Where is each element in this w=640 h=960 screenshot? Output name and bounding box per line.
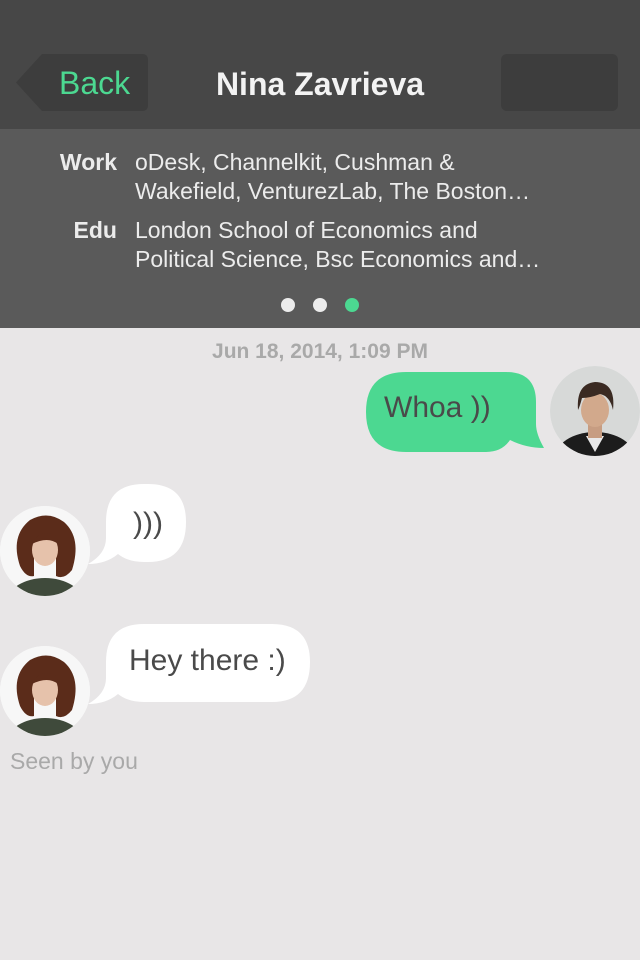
- message-text: ))): [133, 507, 163, 540]
- message-text: Whoa )): [384, 391, 491, 424]
- contact-avatar-icon[interactable]: [0, 506, 90, 596]
- contact-avatar-icon[interactable]: [0, 646, 90, 736]
- work-value: oDesk, Channelkit, Cushman & Wakefield, …: [135, 148, 585, 206]
- edu-value: London School of Economics and Political…: [135, 216, 585, 274]
- work-label: Work: [59, 149, 117, 175]
- edu-line: London School of Economics and: [135, 217, 478, 243]
- profile-info-panel[interactable]: Work oDesk, Channelkit, Cushman & Wakefi…: [0, 129, 640, 328]
- page-dot[interactable]: [313, 298, 327, 312]
- work-line: Wakefield, VenturezLab, The Boston…: [135, 178, 531, 204]
- message-timestamp: Jun 18, 2014, 1:09 PM: [212, 340, 428, 363]
- back-button-label: Back: [59, 65, 131, 101]
- nav-bar: Back Nina Zavrieva: [0, 0, 640, 129]
- page-dot[interactable]: [345, 298, 359, 312]
- work-line: oDesk, Channelkit, Cushman &: [135, 149, 455, 175]
- nav-right-button[interactable]: [501, 54, 618, 111]
- page-indicator[interactable]: [280, 298, 360, 312]
- user-avatar-icon[interactable]: [550, 366, 640, 456]
- edu-line: Political Science, Bsc Economics and…: [135, 246, 541, 272]
- back-button[interactable]: Back: [16, 54, 148, 111]
- page-title: Nina Zavrieva: [215, 66, 425, 102]
- edu-label: Edu: [73, 217, 117, 243]
- seen-status: Seen by you: [10, 748, 138, 774]
- message-text: Hey there :): [129, 644, 286, 677]
- page-dot[interactable]: [281, 298, 295, 312]
